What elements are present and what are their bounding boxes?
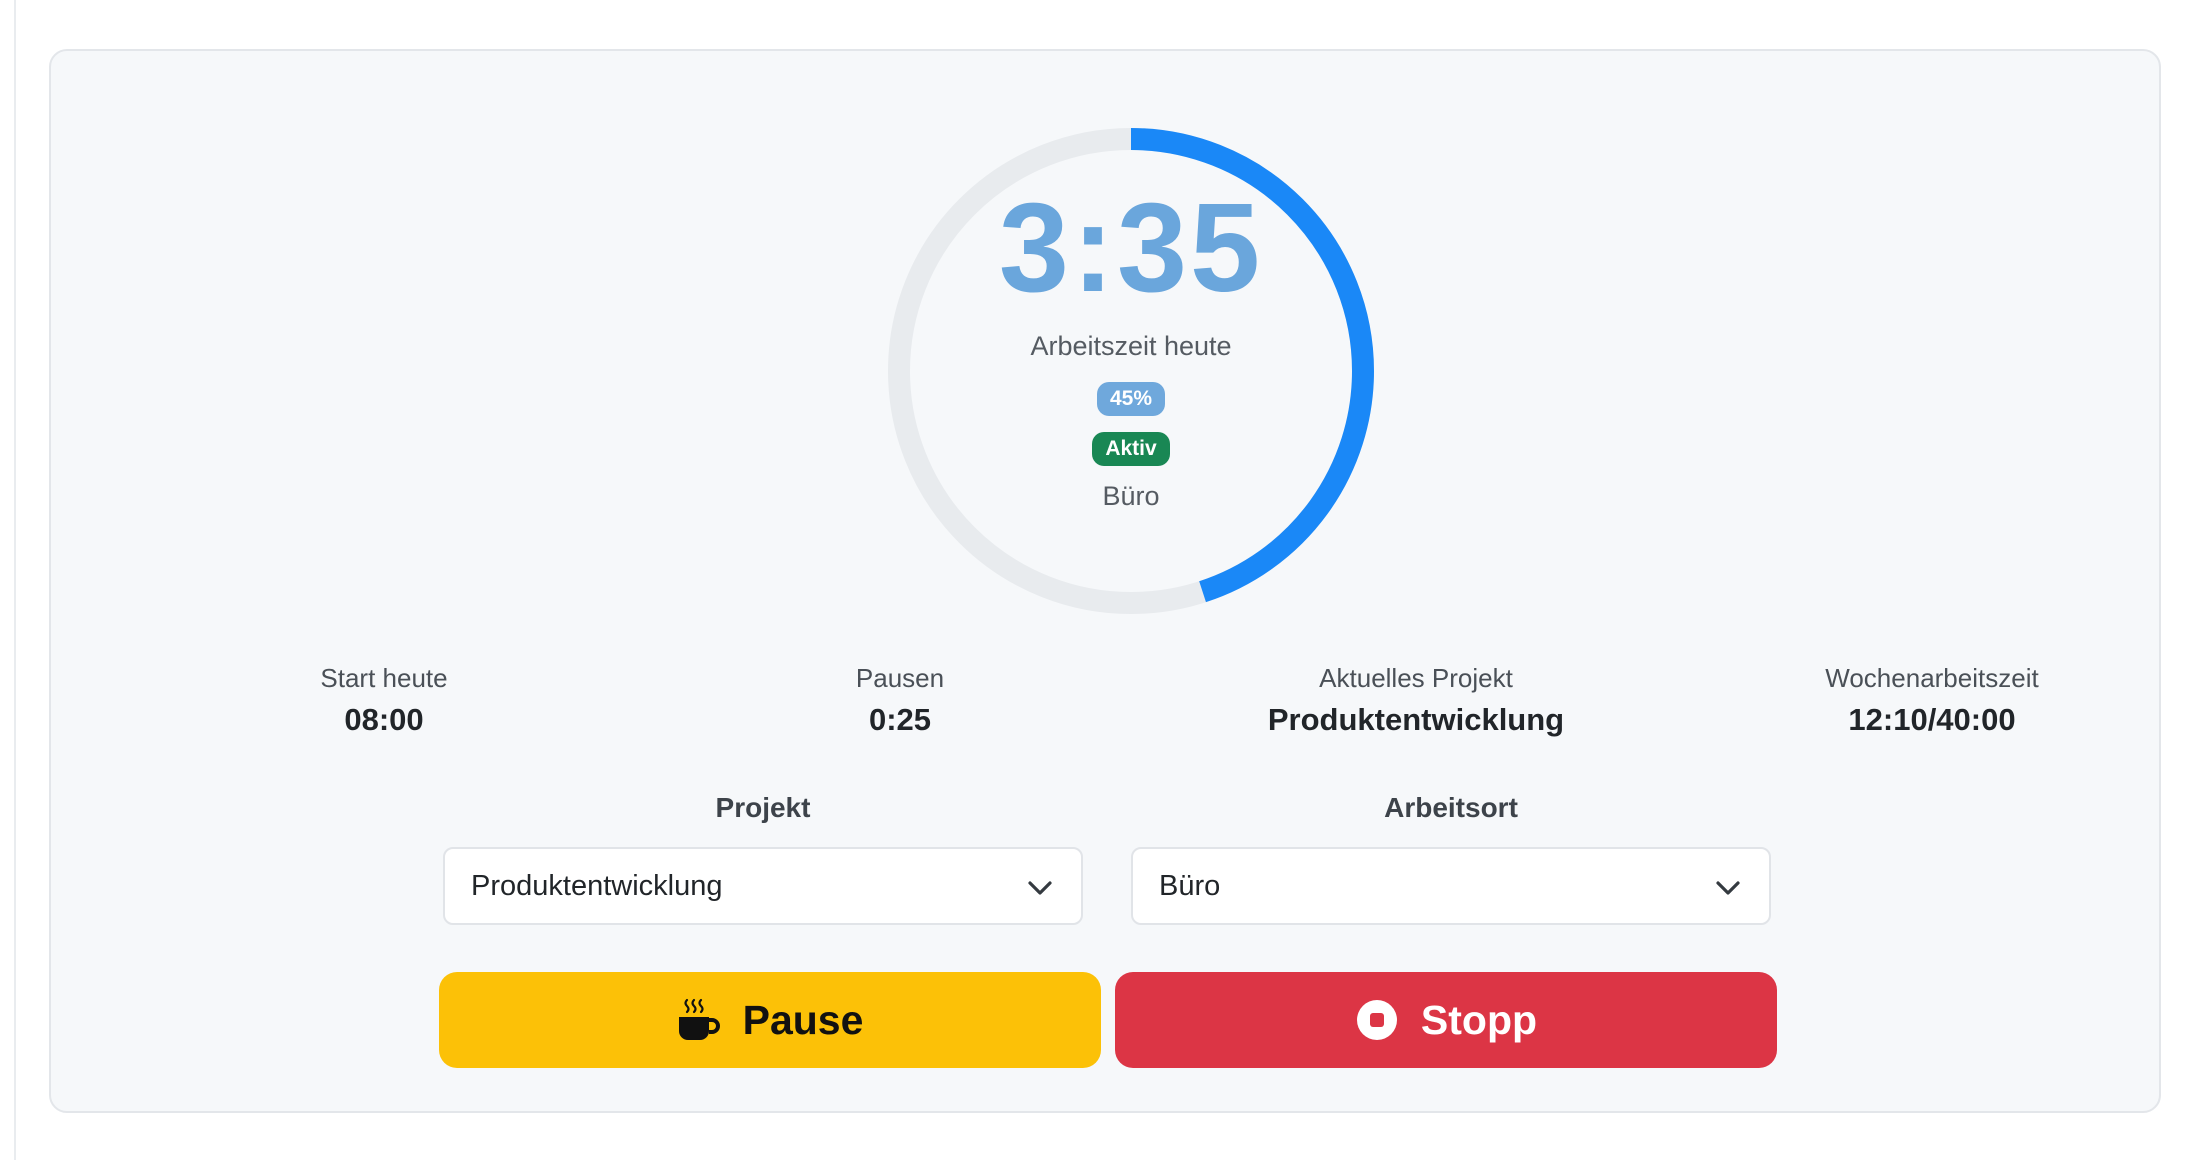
ring-center: 3:35 Arbeitszeit heute 45% Aktiv Büro xyxy=(876,116,1386,626)
current-location: Büro xyxy=(1102,481,1160,511)
stat-value: 08:00 xyxy=(344,702,424,737)
stop-button[interactable]: Stopp xyxy=(1115,972,1777,1068)
project-select-value: Produktentwicklung xyxy=(471,869,723,902)
location-select[interactable]: Büro xyxy=(1131,847,1771,925)
stat-value: 12:10/40:00 xyxy=(1848,702,2016,737)
project-field: Projekt Produktentwicklung xyxy=(443,791,1083,925)
stat-label: Start heute xyxy=(320,663,448,693)
stats-row: Start heute 08:00 Pausen 0:25 Aktuelles … xyxy=(51,661,2159,751)
stat-breaks: Pausen 0:25 xyxy=(690,661,1110,741)
time-tracker-card: 3:35 Arbeitszeit heute 45% Aktiv Büro St… xyxy=(49,49,2161,1113)
coffee-cup-icon xyxy=(678,998,720,1040)
stat-label: Aktuelles Projekt xyxy=(1319,663,1513,693)
stat-weekly-hours: Wochenarbeitszeit 12:10/40:00 xyxy=(1722,661,2142,741)
stat-start-today: Start heute 08:00 xyxy=(174,661,594,741)
location-select-value: Büro xyxy=(1159,869,1221,902)
page: 3:35 Arbeitszeit heute 45% Aktiv Büro St… xyxy=(0,0,2188,1160)
work-time-label: Arbeitszeit heute xyxy=(1030,331,1232,361)
stat-current-project: Aktuelles Projekt Produktentwicklung xyxy=(1206,661,1626,741)
pause-button[interactable]: Pause xyxy=(439,972,1101,1068)
stat-value: Produktentwicklung xyxy=(1267,702,1565,737)
chevron-down-icon xyxy=(1028,881,1052,895)
location-label: Arbeitsort xyxy=(1384,792,1518,823)
progress-percent-badge: 45% xyxy=(1096,382,1166,416)
stat-label: Wochenarbeitszeit xyxy=(1825,663,2039,693)
chevron-down-icon xyxy=(1716,881,1740,895)
project-label: Projekt xyxy=(715,792,811,823)
stop-circle-icon xyxy=(1356,1000,1397,1040)
stat-label: Pausen xyxy=(855,663,945,693)
stat-value: 0:25 xyxy=(868,702,932,737)
divider xyxy=(14,0,16,1160)
project-select[interactable]: Produktentwicklung xyxy=(443,847,1083,925)
status-badge: Aktiv xyxy=(1092,432,1170,466)
pause-button-label: Pause xyxy=(742,996,864,1043)
work-time-today: 3:35 xyxy=(998,177,1264,318)
location-field: Arbeitsort Büro xyxy=(1131,791,1771,925)
stop-button-label: Stopp xyxy=(1420,996,1538,1043)
progress-ring: 3:35 Arbeitszeit heute 45% Aktiv Büro xyxy=(876,116,1386,626)
